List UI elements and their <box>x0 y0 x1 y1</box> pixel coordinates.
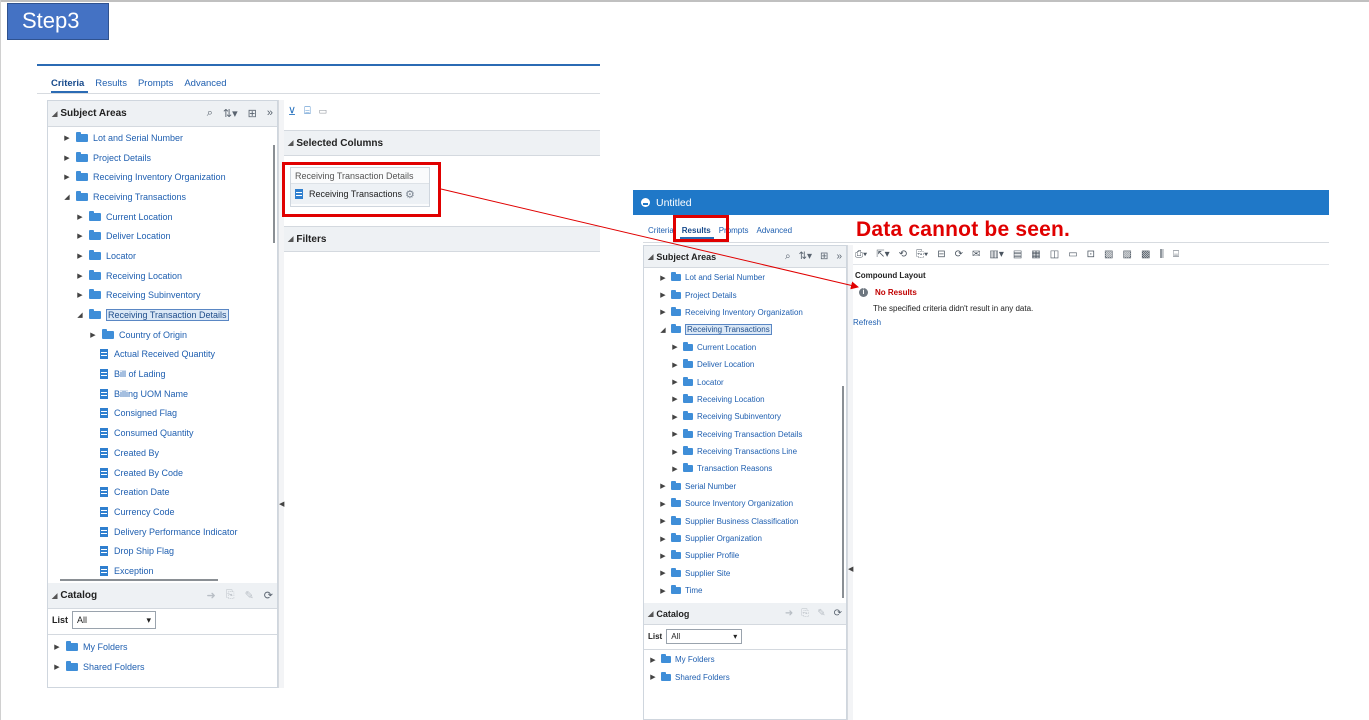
annotation-arrow <box>440 188 859 290</box>
annotation-text: Data cannot be seen. <box>856 218 1071 241</box>
